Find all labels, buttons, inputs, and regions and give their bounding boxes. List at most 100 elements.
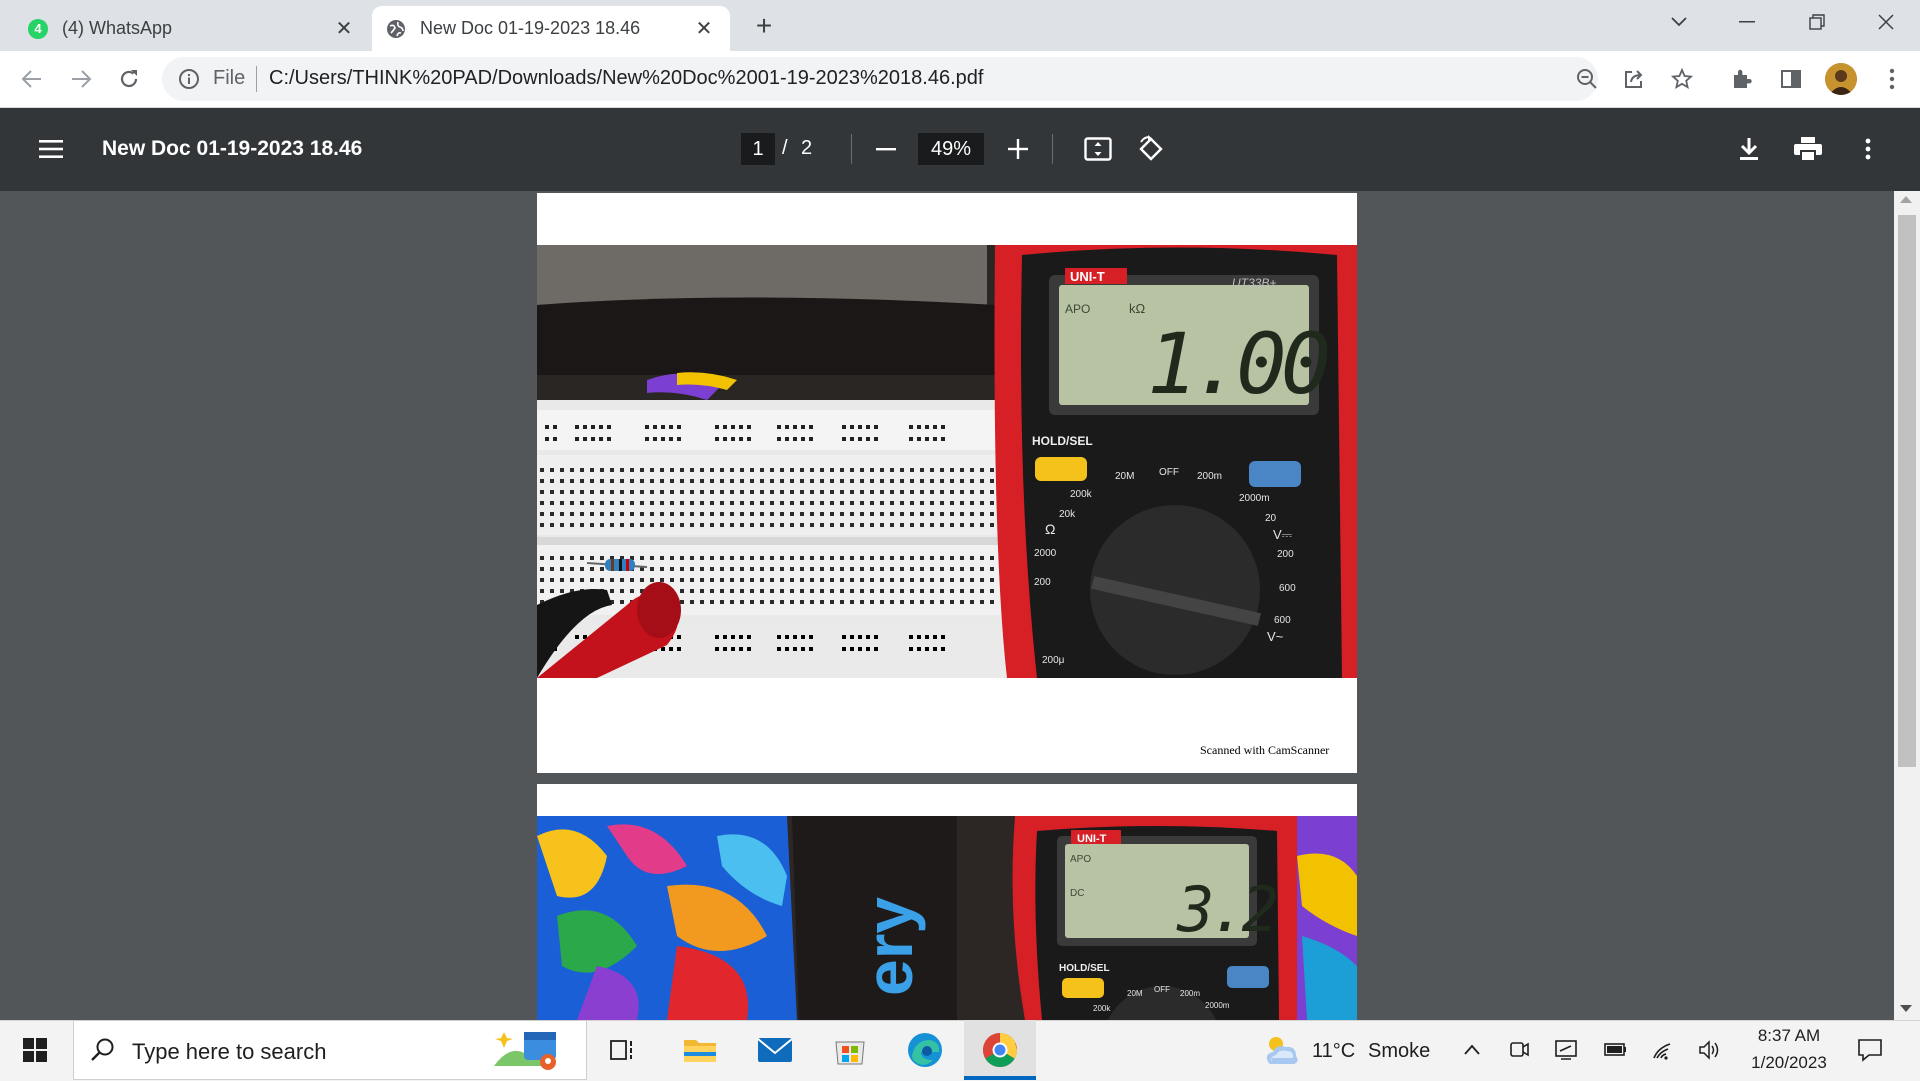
wifi-icon[interactable] [1652, 1038, 1676, 1062]
dial-label: 600 [1274, 615, 1291, 626]
meter-unit: kΩ [1129, 301, 1146, 316]
hold-sel-label: HOLD/SEL [1059, 963, 1110, 974]
chrome-icon[interactable] [980, 1030, 1020, 1070]
dial-label: V~ [1267, 629, 1284, 644]
dial-label: 20k [1059, 509, 1076, 520]
meter2-brand: UNI-T [1077, 833, 1107, 845]
weather-condition: Smoke [1368, 1040, 1431, 1062]
close-tab-icon[interactable]: ✕ [332, 16, 356, 41]
minimize-icon[interactable] [1719, 0, 1775, 44]
dial-label: 20 [1265, 513, 1277, 524]
task-view-icon[interactable] [603, 1030, 643, 1070]
meter-reading: 1.00 [1147, 315, 1328, 413]
dial-label: OFF [1154, 985, 1170, 994]
page-separator: / [782, 137, 788, 159]
page-total: 2 [801, 137, 813, 159]
url-divider [256, 66, 257, 92]
tab-whatsapp[interactable]: 4 (4) WhatsApp ✕ [14, 6, 370, 51]
new-tab-button[interactable]: + [748, 10, 780, 42]
file-explorer-icon[interactable] [680, 1030, 720, 1070]
reload-icon[interactable] [109, 59, 149, 99]
dial-label: 2000 [1034, 548, 1057, 559]
dial-label: Ω [1045, 521, 1055, 537]
whatsapp-icon: 4 [28, 18, 48, 39]
tab-title: New Doc 01-19-2023 18.46 [420, 18, 641, 38]
scanned-photo-multimeter: UNI-T UT33B+ APO kΩ 1.00 HOLD/SEL 20M OF… [537, 245, 1357, 678]
meter2-apo: APO [1070, 854, 1091, 865]
scroll-down-arrow-icon[interactable] [1900, 1005, 1912, 1012]
weather-icon[interactable] [1260, 1032, 1302, 1068]
meter-brand: UNI-T [1070, 269, 1105, 284]
battery-icon[interactable] [1602, 1040, 1628, 1060]
hold-button [1035, 457, 1087, 481]
clock-time[interactable]: 8:37 AM [1744, 1026, 1834, 1046]
dial-label: 200μ [1042, 655, 1065, 666]
bookmark-star-icon[interactable] [1662, 59, 1702, 99]
globe-icon [386, 19, 406, 39]
dial-label: 200k [1070, 489, 1093, 500]
search-placeholder: Type here to search [132, 1039, 327, 1064]
dial-label: 200 [1034, 577, 1051, 588]
meter2-reading: 3.2 [1176, 873, 1277, 946]
zoom-out-button[interactable] [866, 129, 906, 169]
edge-icon[interactable] [905, 1030, 945, 1070]
weather-temperature: 11°C [1312, 1040, 1356, 1062]
dial-label: 20M [1127, 989, 1143, 998]
tab-title: (4) WhatsApp [62, 18, 173, 38]
clock-date[interactable]: 1/20/2023 [1740, 1053, 1838, 1073]
divider [851, 134, 852, 164]
scanned-photo-multimeter-2: ery UNI-T APO DC 3.2 HOLD/SEL 20M OFF 20… [537, 816, 1357, 1020]
print-icon[interactable] [1788, 129, 1828, 169]
meet-now-icon[interactable] [1508, 1038, 1530, 1060]
volume-icon[interactable] [1698, 1038, 1722, 1062]
dial-label: 2000m [1205, 1001, 1230, 1010]
tab-pdf[interactable]: New Doc 01-19-2023 18.46 ✕ [372, 6, 730, 51]
forward-icon[interactable] [61, 59, 101, 99]
box-text: ery [852, 897, 926, 996]
side-panel-icon[interactable] [1771, 59, 1811, 99]
close-tab-icon[interactable]: ✕ [692, 16, 716, 41]
dial-label: V⎓ [1273, 527, 1292, 542]
page-number-input[interactable]: 1 [741, 133, 775, 165]
meter-apo: APO [1065, 302, 1090, 316]
chrome-menu-icon[interactable] [1872, 59, 1912, 99]
tab-search-icon[interactable] [1651, 0, 1707, 44]
dial-label: OFF [1159, 467, 1179, 478]
dial-label: 200m [1180, 989, 1200, 998]
back-icon[interactable] [12, 59, 52, 99]
divider [1052, 134, 1053, 164]
hold-button [1062, 978, 1104, 998]
windows-start-icon[interactable] [10, 1030, 60, 1070]
close-window-icon[interactable] [1858, 0, 1914, 44]
extensions-icon[interactable] [1722, 59, 1762, 99]
zoom-out-icon[interactable] [1567, 59, 1607, 99]
url-text[interactable]: C:/Users/THINK%20PAD/Downloads/New%20Doc… [269, 67, 983, 90]
microsoft-store-icon[interactable] [830, 1030, 870, 1070]
hamburger-menu-icon[interactable] [31, 129, 71, 169]
scrollbar-thumb[interactable] [1898, 215, 1916, 767]
scroll-up-arrow-icon[interactable] [1900, 196, 1912, 203]
dial-label: 200k [1093, 1004, 1111, 1013]
screen-connect-icon[interactable] [1554, 1038, 1578, 1062]
backlight-button [1227, 966, 1269, 988]
zoom-level-input[interactable]: 49% [918, 133, 984, 165]
search-icon [90, 1037, 116, 1063]
mail-icon[interactable] [755, 1030, 795, 1070]
restore-icon[interactable] [1789, 0, 1845, 44]
backlight-button [1249, 461, 1301, 487]
search-highlight-icon[interactable] [490, 1026, 566, 1074]
share-icon[interactable] [1614, 59, 1654, 99]
dial-label: 20M [1115, 471, 1134, 482]
more-options-icon[interactable] [1848, 129, 1888, 169]
notifications-icon[interactable] [1856, 1036, 1884, 1064]
profile-avatar[interactable] [1825, 63, 1857, 95]
chevron-up-icon[interactable] [1462, 1040, 1482, 1060]
hold-sel-label: HOLD/SEL [1032, 434, 1093, 448]
info-icon[interactable] [178, 68, 200, 90]
rotate-icon[interactable] [1131, 129, 1171, 169]
fit-page-icon[interactable] [1078, 129, 1118, 169]
download-icon[interactable] [1729, 129, 1769, 169]
scan-footer: Scanned with CamScanner [1200, 743, 1330, 757]
zoom-in-button[interactable] [998, 129, 1038, 169]
active-app-indicator [964, 1076, 1036, 1080]
